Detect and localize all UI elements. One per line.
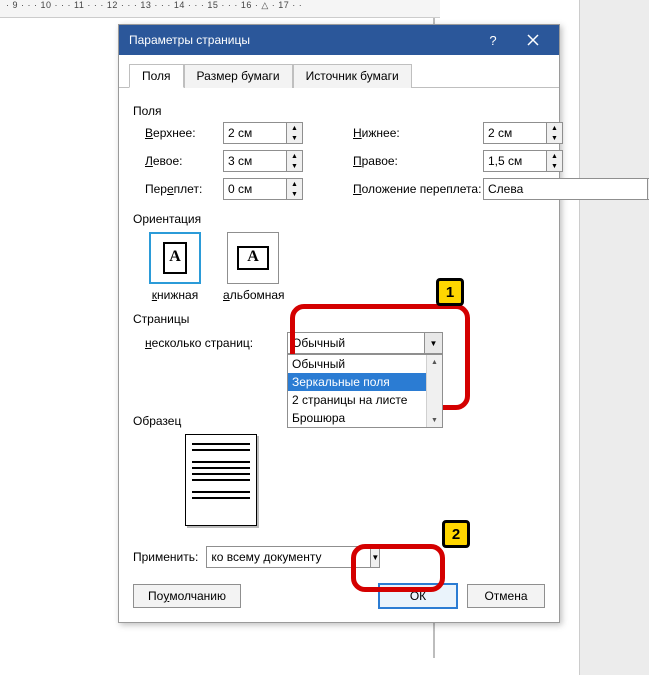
gutter-input[interactable] bbox=[223, 178, 287, 200]
pages-option[interactable]: 2 страницы на листе bbox=[288, 391, 442, 409]
apply-to-label: Применить: bbox=[133, 550, 198, 564]
pages-option[interactable]: Обычный bbox=[288, 355, 442, 373]
chevron-down-icon[interactable]: ▼ bbox=[424, 333, 442, 353]
top-margin-spinner[interactable]: ▲▼ bbox=[223, 122, 313, 144]
pages-option[interactable]: Брошюра bbox=[288, 409, 442, 427]
right-margin-input[interactable] bbox=[483, 150, 547, 172]
bottom-margin-spinner[interactable]: ▲▼ bbox=[483, 122, 579, 144]
orientation-portrait-label: книжная bbox=[145, 288, 205, 302]
gutter-position-combo[interactable]: ▼ bbox=[483, 178, 579, 200]
dropdown-scrollbar[interactable]: ▲▼ bbox=[426, 355, 442, 427]
orientation-landscape[interactable]: альбомная bbox=[223, 232, 283, 302]
spinner-up-icon[interactable]: ▲ bbox=[287, 179, 302, 189]
orientation-landscape-label: альбомная bbox=[223, 288, 283, 302]
ok-button[interactable]: ОК bbox=[379, 584, 457, 608]
gutter-spinner[interactable]: ▲▼ bbox=[223, 178, 313, 200]
scroll-up-icon[interactable]: ▲ bbox=[427, 355, 442, 369]
pages-group-label: Страницы bbox=[133, 312, 545, 326]
spinner-down-icon[interactable]: ▼ bbox=[287, 161, 302, 171]
close-icon bbox=[527, 34, 539, 46]
gutter-label: Переплет: bbox=[145, 182, 223, 196]
close-button[interactable] bbox=[513, 25, 553, 55]
gutter-position-value[interactable] bbox=[483, 178, 648, 200]
set-default-button[interactable]: По умолчанию bbox=[133, 584, 241, 608]
multiple-pages-dropdown-list: Обычный Зеркальные поля 2 страницы на ли… bbox=[287, 354, 443, 428]
preview-thumbnail bbox=[185, 434, 257, 526]
tab-paper-size[interactable]: Размер бумаги bbox=[184, 64, 293, 88]
multiple-pages-combo[interactable]: Обычный ▼ Обычный Зеркальные поля 2 стра… bbox=[287, 332, 443, 354]
scroll-down-icon[interactable]: ▼ bbox=[427, 413, 442, 427]
right-margin-spinner[interactable]: ▲▼ bbox=[483, 150, 579, 172]
top-margin-label: Верхнее: bbox=[145, 126, 223, 140]
multiple-pages-label: несколько страниц: bbox=[145, 332, 273, 350]
dialog-titlebar: Параметры страницы ? bbox=[119, 25, 559, 55]
dialog-title: Параметры страницы bbox=[129, 33, 473, 47]
portrait-icon bbox=[163, 242, 187, 274]
page-setup-dialog: Параметры страницы ? Поля Размер бумаги … bbox=[118, 24, 560, 623]
pages-option[interactable]: Зеркальные поля bbox=[288, 373, 442, 391]
spinner-up-icon[interactable]: ▲ bbox=[287, 151, 302, 161]
apply-to-value[interactable] bbox=[206, 546, 371, 568]
orientation-group-label: Ориентация bbox=[133, 212, 545, 226]
spinner-up-icon[interactable]: ▲ bbox=[547, 151, 562, 161]
left-margin-spinner[interactable]: ▲▼ bbox=[223, 150, 313, 172]
spinner-up-icon[interactable]: ▲ bbox=[547, 123, 562, 133]
bottom-margin-input[interactable] bbox=[483, 122, 547, 144]
chevron-down-icon[interactable]: ▼ bbox=[371, 546, 380, 568]
bottom-margin-label: Нижнее: bbox=[353, 126, 483, 140]
spinner-up-icon[interactable]: ▲ bbox=[287, 123, 302, 133]
multiple-pages-value: Обычный bbox=[288, 336, 424, 350]
horizontal-ruler: · 9 · · · 10 · · · 11 · · · 12 · · · 13 … bbox=[0, 0, 440, 18]
left-margin-input[interactable] bbox=[223, 150, 287, 172]
gutter-position-label: Положение переплета: bbox=[353, 182, 483, 196]
help-button[interactable]: ? bbox=[473, 25, 513, 55]
orientation-portrait[interactable]: книжная bbox=[145, 232, 205, 302]
spinner-down-icon[interactable]: ▼ bbox=[287, 133, 302, 143]
tab-fields[interactable]: Поля bbox=[129, 64, 184, 88]
left-margin-label: Левое: bbox=[145, 154, 223, 168]
spinner-down-icon[interactable]: ▼ bbox=[547, 133, 562, 143]
top-margin-input[interactable] bbox=[223, 122, 287, 144]
cancel-button[interactable]: Отмена bbox=[467, 584, 545, 608]
tab-strip: Поля Размер бумаги Источник бумаги bbox=[119, 55, 559, 88]
landscape-icon bbox=[237, 246, 269, 270]
margins-group-label: Поля bbox=[133, 104, 545, 118]
right-margin-label: Правое: bbox=[353, 154, 483, 168]
spinner-down-icon[interactable]: ▼ bbox=[287, 189, 302, 199]
apply-to-combo[interactable]: ▼ bbox=[206, 546, 356, 568]
spinner-down-icon[interactable]: ▼ bbox=[547, 161, 562, 171]
tab-paper-source[interactable]: Источник бумаги bbox=[293, 64, 412, 88]
